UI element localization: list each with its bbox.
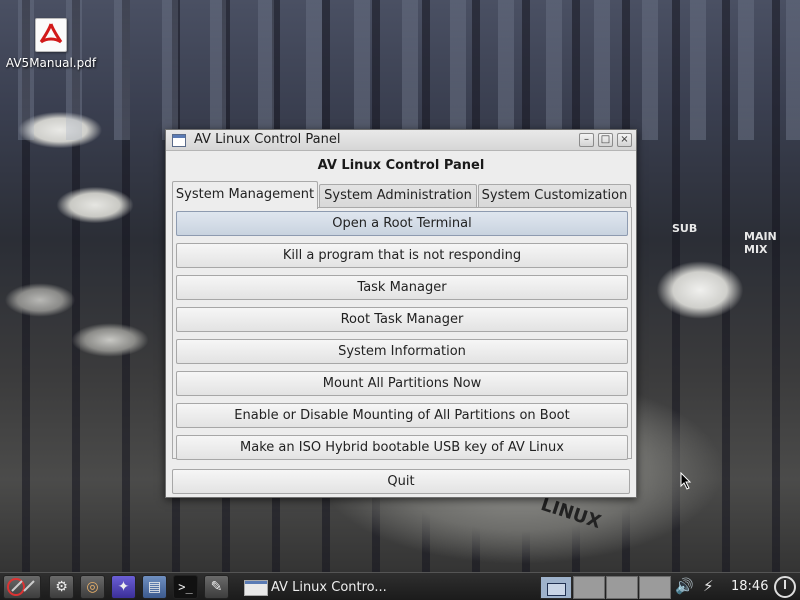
tab-system-customization[interactable]: System Customization <box>478 184 631 208</box>
tab-system-management[interactable]: System Management <box>172 181 318 209</box>
volume-icon[interactable]: 🔊 <box>675 577 694 595</box>
desktop-icon[interactable]: ▤ <box>142 575 167 599</box>
editor-icon[interactable]: ✎ <box>204 575 229 599</box>
window-title: AV Linux Control Panel <box>194 132 341 147</box>
desktop-icon-pdf[interactable]: AV5Manual.pdf <box>2 18 100 70</box>
network-icon[interactable]: ⚡ <box>703 577 714 595</box>
pager-desktop-2[interactable] <box>573 576 605 599</box>
pager-desktop-1[interactable] <box>540 576 572 599</box>
task-manager-button[interactable]: Task Manager <box>176 275 628 300</box>
window-titlebar[interactable]: AV Linux Control Panel – □ × <box>166 130 636 151</box>
minimize-button[interactable]: – <box>579 133 594 147</box>
mixer-background <box>0 0 800 140</box>
open-root-terminal-button[interactable]: Open a Root Terminal <box>176 211 628 236</box>
taskbar: ⚙ ◎ ✦ ▤ >_ ✎ AV Linux Contro... 🔊 ⚡ 18:4… <box>0 572 800 600</box>
system-information-button[interactable]: System Information <box>176 339 628 364</box>
pager-desktop-3[interactable] <box>606 576 638 599</box>
tab-system-administration[interactable]: System Administration <box>319 184 477 208</box>
mouse-cursor-icon <box>680 472 692 490</box>
root-task-manager-button[interactable]: Root Task Manager <box>176 307 628 332</box>
app-icon[interactable]: ✦ <box>111 575 136 599</box>
tab-bar: System Management System Administration … <box>172 181 632 209</box>
maximize-button[interactable]: □ <box>598 133 613 147</box>
toggle-boot-mounting-button[interactable]: Enable or Disable Mounting of All Partit… <box>176 403 628 428</box>
pdf-document-icon <box>35 18 67 52</box>
close-button[interactable]: × <box>617 133 632 147</box>
tab-panel: Open a Root Terminal Kill a program that… <box>172 207 632 460</box>
make-usb-key-button[interactable]: Make an ISO Hybrid bootable USB key of A… <box>176 435 628 460</box>
terminal-icon[interactable]: >_ <box>173 575 198 599</box>
quit-button[interactable]: Quit <box>172 469 630 494</box>
desktop-icon-label: AV5Manual.pdf <box>5 56 97 70</box>
power-icon[interactable] <box>774 576 796 598</box>
mixer-label-sub: SUB <box>672 222 698 235</box>
pager-desktop-4[interactable] <box>639 576 671 599</box>
taskbar-window-label: AV Linux Contro... <box>271 580 387 595</box>
taskbar-window-icon <box>244 580 268 596</box>
settings-icon[interactable]: ⚙ <box>49 575 74 599</box>
window-app-icon <box>172 134 186 147</box>
control-panel-window: AV Linux Control Panel – □ × AV Linux Co… <box>165 129 637 498</box>
mixer-label-main-mix: MAIN MIX <box>744 230 777 256</box>
av-linux-menu-icon[interactable] <box>3 575 41 599</box>
mixer-label-linux: LINUX <box>538 493 604 534</box>
panel-heading: AV Linux Control Panel <box>317 158 485 173</box>
file-manager-icon[interactable]: ◎ <box>80 575 105 599</box>
mount-partitions-button[interactable]: Mount All Partitions Now <box>176 371 628 396</box>
clock[interactable]: 18:46 <box>731 579 768 594</box>
kill-program-button[interactable]: Kill a program that is not responding <box>176 243 628 268</box>
taskbar-window-entry[interactable]: AV Linux Contro... <box>242 576 392 599</box>
